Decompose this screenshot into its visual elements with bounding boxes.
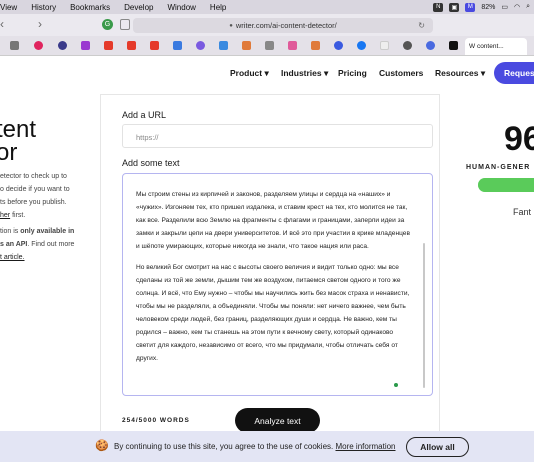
allow-all-label: Allow all (420, 442, 455, 452)
score-bar-fill (478, 178, 534, 192)
tab-strip: W content... (0, 36, 534, 56)
hero-desc-line: etector to check up to (0, 173, 67, 180)
url-placeholder: https:// (136, 133, 159, 142)
page-title-line-2: or (0, 139, 18, 166)
url-input[interactable]: https:// (122, 124, 433, 148)
request-demo-button[interactable]: Request (494, 62, 534, 84)
word-count: 254/5000 WORDS (122, 417, 190, 424)
api-note-bold: only available in (20, 228, 75, 235)
verdict-text: Fant (513, 207, 532, 217)
tab-favicon[interactable] (403, 41, 412, 50)
macos-menu-bar: View History Bookmarks Develop Window He… (0, 0, 534, 14)
cookie-more-info-link[interactable]: More information (335, 442, 395, 451)
page-title: tent or (0, 116, 37, 166)
active-tab[interactable]: W content... (465, 38, 527, 55)
hero-description: etector to check up to o decide if you w… (0, 170, 100, 261)
hero-desc-line: ts before you publish. (0, 199, 67, 206)
score-label: HUMAN-GENER (466, 164, 531, 171)
tab-favicon[interactable] (311, 41, 320, 50)
forward-arrow-icon[interactable]: › (38, 17, 42, 31)
tab-favicon[interactable] (219, 41, 228, 50)
wifi-icon[interactable]: ◠ (514, 3, 520, 11)
text-paragraph: Но великий Бог смотрит на нас с высоты с… (136, 264, 410, 362)
cookie-icon: 🍪 (95, 440, 109, 452)
hero-desc-line: o decide if you want to (0, 186, 70, 193)
hero-desc-link[interactable]: her (0, 212, 10, 219)
tab-favicon[interactable] (34, 41, 43, 50)
tab-favicon[interactable] (10, 41, 19, 50)
api-note-line-1: tion is only available in (0, 225, 100, 238)
nav-product[interactable]: Product ▾ (230, 68, 269, 79)
tab-favicon[interactable] (242, 41, 251, 50)
api-note-suffix: . Find out more (27, 241, 75, 248)
lock-icon: ● (229, 22, 233, 29)
search-icon[interactable]: ⌕ (526, 3, 530, 11)
status-area: N ▣ M 82% ▭ ◠ ⌕ (433, 0, 530, 14)
n-app-icon[interactable]: N (433, 2, 444, 12)
page-title-line-1: tent (0, 116, 37, 143)
request-button-label: Request (504, 68, 534, 78)
tab-favicon[interactable] (150, 41, 159, 50)
menu-develop[interactable]: Develop (117, 3, 160, 12)
status-dot-icon (394, 383, 398, 387)
tab-favicon[interactable] (288, 41, 297, 50)
battery-percent: 82% (481, 3, 496, 11)
tab-favicon[interactable] (127, 41, 136, 50)
battery-icon[interactable]: ▭ (501, 3, 508, 11)
address-bar[interactable]: ● writer.com/ai-content-detector/ ↻ (133, 18, 433, 33)
hero-desc-line-with-link: her first. (0, 209, 100, 222)
detection-score: 96 (504, 120, 534, 158)
tab-favicon[interactable] (426, 41, 435, 50)
browser-toolbar: ‹ › G ● writer.com/ai-content-detector/ … (0, 14, 534, 36)
address-text: writer.com/ai-content-detector/ (235, 21, 337, 30)
tab-favicon[interactable] (357, 41, 366, 50)
textarea-scrollbar[interactable] (423, 243, 425, 388)
tab-favicon[interactable] (81, 41, 90, 50)
tab-favicon[interactable] (173, 41, 182, 50)
tab-favicon[interactable] (380, 41, 389, 50)
tab-favicon[interactable] (265, 41, 274, 50)
menu-help[interactable]: Help (203, 3, 233, 12)
menu-window[interactable]: Window (160, 3, 202, 12)
tab-favicon[interactable] (104, 41, 113, 50)
cookie-text: By continuing to use this site, you agre… (114, 442, 396, 451)
cookie-message: By continuing to use this site, you agre… (114, 442, 334, 451)
reader-icon[interactable] (120, 19, 130, 30)
nav-industries[interactable]: Industries ▾ (281, 68, 328, 79)
hero-desc-line: first. (12, 212, 26, 219)
grammarly-extension-icon[interactable]: G (102, 19, 113, 30)
text-input-area[interactable]: Мы строим стены из кирпичей и законов, р… (122, 173, 433, 396)
analyze-button-label: Analyze text (254, 415, 301, 426)
nav-resources[interactable]: Resources ▾ (435, 68, 485, 79)
tab-favicon[interactable] (196, 41, 205, 50)
m-app-icon[interactable]: M (465, 2, 476, 12)
screen-icon[interactable]: ▣ (449, 2, 460, 12)
allow-all-cookies-button[interactable]: Allow all (406, 437, 469, 457)
tab-favicon[interactable] (334, 41, 343, 50)
nav-customers[interactable]: Customers (379, 68, 423, 78)
menu-history[interactable]: History (24, 3, 63, 12)
cookie-banner: 🍪 By continuing to use this site, you ag… (0, 431, 534, 462)
tab-favicon[interactable] (58, 41, 67, 50)
url-label: Add a URL (122, 110, 167, 120)
active-tab-title: W content... (469, 43, 504, 50)
text-label: Add some text (122, 158, 180, 168)
api-note-line-2: s an API. Find out more (0, 238, 100, 251)
menu-bookmarks[interactable]: Bookmarks (63, 3, 117, 12)
api-note-line-3: t article. (0, 251, 100, 264)
menu-view[interactable]: View (0, 3, 24, 12)
api-note-prefix: tion is (0, 228, 21, 235)
analyze-text-button[interactable]: Analyze text (235, 408, 320, 433)
api-note: tion is only available in s an API. Find… (0, 225, 100, 264)
api-note-bold-2: s an API (0, 241, 28, 248)
api-article-link[interactable]: t article. (0, 254, 25, 261)
text-paragraph: Мы строим стены из кирпичей и законов, р… (136, 191, 410, 250)
site-nav: Product ▾ Industries ▾ Pricing Customers… (0, 57, 534, 89)
detector-card: Add a URL https:// Add some text Мы стро… (100, 94, 440, 434)
back-arrow-icon[interactable]: ‹ (0, 17, 4, 31)
nav-pricing[interactable]: Pricing (338, 68, 367, 78)
reload-icon[interactable]: ↻ (418, 21, 425, 30)
tab-favicon[interactable] (449, 41, 458, 50)
